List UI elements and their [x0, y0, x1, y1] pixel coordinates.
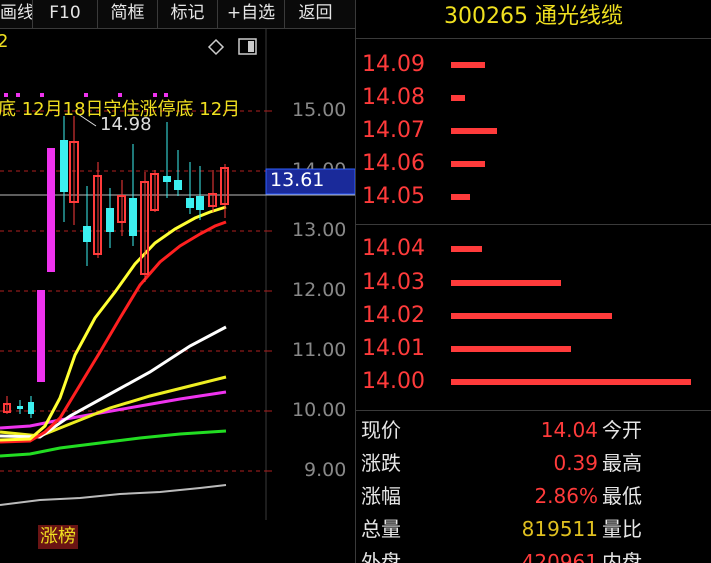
quote-value: 0.39 — [553, 451, 598, 475]
candles — [3, 116, 229, 418]
quote-row: 总量 819511 量比 — [356, 513, 711, 545]
bid-price: 14.04 — [362, 236, 425, 261]
quote-label: 最低 — [602, 484, 642, 508]
ask-volume-bar — [451, 95, 465, 101]
diamond-icon[interactable] — [207, 38, 225, 56]
ask-row[interactable]: 14.06 — [356, 147, 711, 181]
bid-volume-bar — [451, 280, 561, 286]
ask-volume-bar — [451, 194, 470, 200]
quote-value: 420961 — [521, 550, 598, 563]
chart-toolbar: 画线 F10 简框 标记 +自选 返回 — [0, 0, 356, 29]
price-axis-label: 14.00 — [292, 159, 350, 169]
quote-row: 涨幅 2.86% 最低 — [356, 480, 711, 512]
quote-label: 总量 — [361, 517, 401, 541]
price-axis-label: 10.00 — [292, 399, 347, 421]
ask-price: 14.07 — [362, 118, 425, 143]
panel-toggle-icon[interactable] — [238, 38, 257, 55]
bid-price: 14.00 — [362, 369, 425, 394]
high-price-label: 14.98 — [100, 114, 152, 135]
quote-row: 现价 14.04 今开 — [356, 414, 711, 446]
simple-frame-button[interactable]: 简框 — [98, 0, 158, 28]
add-favorite-button[interactable]: +自选 — [218, 0, 285, 28]
ask-row[interactable]: 14.05 — [356, 180, 711, 214]
bid-row[interactable]: 14.01 — [356, 332, 711, 366]
axis-ticks — [266, 110, 272, 472]
bid-price: 14.01 — [362, 336, 425, 361]
bid-volume-bar — [451, 379, 691, 385]
ma-line-gray — [0, 484, 227, 506]
quote-row: 外盘 420961 内盘 — [356, 546, 711, 563]
leaderboard-badge[interactable]: 涨榜 — [38, 525, 78, 549]
ask-volume-bar — [451, 161, 485, 167]
bid-price: 14.03 — [362, 270, 425, 295]
order-book-divider — [356, 224, 711, 225]
quote-label: 内盘 — [602, 550, 642, 563]
quote-label: 涨跌 — [361, 451, 401, 475]
quote-value: 819511 — [521, 517, 598, 541]
quote-label: 量比 — [602, 517, 642, 541]
mark-button[interactable]: 标记 — [158, 0, 218, 28]
quote-label: 外盘 — [361, 550, 401, 563]
ask-volume-bar — [451, 62, 485, 68]
price-axis-label: 13.00 — [292, 219, 347, 241]
price-axis-label: 11.00 — [292, 339, 347, 361]
bid-volume-bar — [451, 246, 482, 252]
current-price-label: 13.61 — [270, 169, 325, 191]
draw-line-button[interactable]: 画线 — [0, 0, 33, 28]
price-axis-label: 9.00 — [304, 459, 347, 481]
bid-price: 14.02 — [362, 303, 425, 328]
ask-price: 14.09 — [362, 52, 425, 77]
bid-volume-bar — [451, 346, 571, 352]
kline-chart[interactable]: 2 底 12月18日守住涨停底 12月 14.98 13.61 15.00 14… — [0, 28, 356, 563]
bid-row[interactable]: 14.03 — [356, 266, 711, 300]
quote-value: 14.04 — [540, 418, 598, 442]
bid-row[interactable]: 14.02 — [356, 299, 711, 333]
bid-row[interactable]: 14.00 — [356, 365, 711, 399]
quote-row: 涨跌 0.39 最高 — [356, 447, 711, 479]
ma-line-white — [0, 325, 227, 439]
order-book-panel: 300265 通光线缆 14.09 14.08 14.07 14.06 14.0… — [356, 0, 711, 563]
ask-price: 14.05 — [362, 184, 425, 209]
ask-row[interactable]: 14.08 — [356, 81, 711, 115]
f10-button[interactable]: F10 — [33, 0, 98, 28]
period-digit: 2 — [0, 31, 9, 52]
back-button[interactable]: 返回 — [285, 0, 346, 28]
quote-label: 涨幅 — [361, 484, 401, 508]
quote-value: 2.86% — [534, 484, 598, 508]
ask-row[interactable]: 14.09 — [356, 48, 711, 82]
quote-label: 现价 — [361, 418, 401, 442]
ask-row[interactable]: 14.07 — [356, 114, 711, 148]
quote-label: 今开 — [602, 418, 642, 442]
quote-divider — [356, 410, 711, 411]
ask-price: 14.06 — [362, 151, 425, 176]
ask-price: 14.08 — [362, 85, 425, 110]
price-axis-label: 15.00 — [292, 99, 347, 121]
quote-label: 最高 — [602, 451, 642, 475]
ask-volume-bar — [451, 128, 497, 134]
bid-volume-bar — [451, 313, 612, 319]
price-axis-label: 12.00 — [292, 279, 347, 301]
stock-title: 300265 通光线缆 — [356, 0, 711, 39]
bid-row[interactable]: 14.04 — [356, 232, 711, 266]
